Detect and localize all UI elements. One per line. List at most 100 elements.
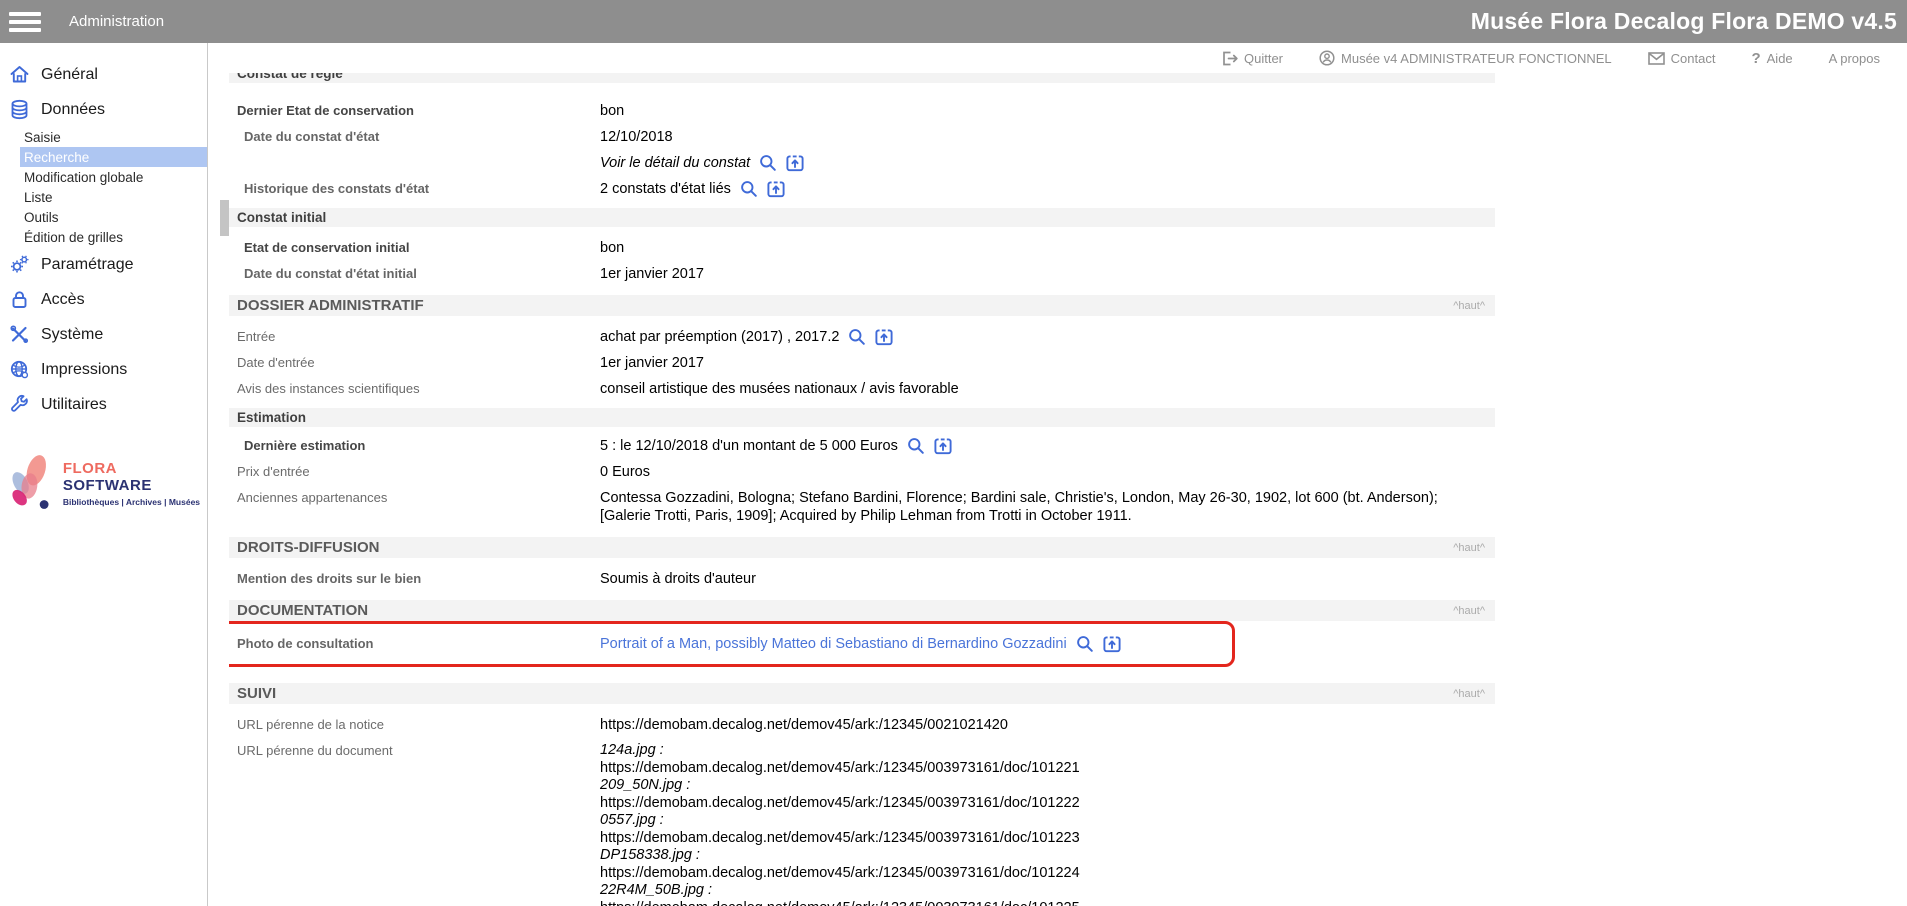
field-label: Date du constat d'état initial [229, 265, 600, 283]
search-icon[interactable] [759, 154, 777, 172]
field-value-text: bon [600, 102, 624, 120]
hamburger-menu-icon[interactable] [9, 12, 41, 32]
field-row-prix-d-entree: Prix d'entrée0 Euros [229, 459, 1495, 485]
clipped-section-header: Constat de régie [229, 73, 1495, 92]
toolbar-item-a-propos[interactable]: A propos [1829, 51, 1880, 66]
field-label: Photo de consultation [229, 635, 600, 653]
document-url: https://demobam.decalog.net/demov45/ark:… [600, 830, 1080, 848]
field-row-anciennes-appartenances: Anciennes appartenancesContessa Gozzadin… [229, 485, 1495, 529]
field-value-text: Contessa Gozzadini, Bologna; Stefano Bar… [600, 489, 1452, 525]
module-title: Administration [69, 13, 164, 30]
toolbar-item-musee-v4-administrateur-fonctionnel[interactable]: Musée v4 ADMINISTRATEUR FONCTIONNEL [1319, 50, 1612, 66]
field-value: 1er janvier 2017 [600, 265, 704, 283]
logo-brand-text: FLORA SOFTWARE [63, 460, 207, 494]
section-header-dossier-administratif: DOSSIER ADMINISTRATIF ^haut^ [229, 295, 1495, 316]
field-value: Voir le détail du constat [600, 154, 804, 172]
sidebar-item-label: Outils [24, 210, 59, 225]
globe-icon [9, 359, 30, 380]
field-value: conseil artistique des musées nationaux … [600, 380, 959, 398]
field-value-text: Voir le détail du constat [600, 154, 750, 172]
section-header-droits-diffusion: DROITS-DIFFUSION^haut^ [229, 537, 1495, 558]
sidebar-item-recherche[interactable]: Recherche [20, 147, 207, 167]
field-value: 1er janvier 2017 [600, 354, 704, 372]
field-value-text: 2 constats d'état liés [600, 180, 731, 198]
field-value-text: Soumis à droits d'auteur [600, 570, 756, 588]
logo-tagline: Bibliothèques | Archives | Musées [63, 497, 207, 507]
field-value-text: 1er janvier 2017 [600, 265, 704, 283]
field-row-mention-des-droits-sur-le-bien: Mention des droits sur le bienSoumis à d… [229, 566, 1495, 592]
open-record-icon[interactable] [767, 180, 785, 198]
sidebar-item-label: Édition de grilles [24, 230, 123, 245]
section-title: DOSSIER ADMINISTRATIF [237, 297, 424, 314]
help-icon: ? [1751, 51, 1760, 66]
search-icon[interactable] [1076, 635, 1094, 653]
field-value-text: 0 Euros [600, 463, 650, 481]
sidebar-item-edition-de-grilles[interactable]: Édition de grilles [0, 227, 207, 247]
field-value: Portrait of a Man, possibly Matteo di Se… [600, 635, 1121, 653]
sidebar-item-modification-globale[interactable]: Modification globale [0, 167, 207, 187]
database-icon [9, 99, 30, 120]
sidebar-item-systeme[interactable]: Système [0, 317, 207, 352]
sidebar-item-acces[interactable]: Accès [0, 282, 207, 317]
annotated-row-container: Photo de consultationPortrait of a Man, … [229, 621, 1495, 669]
mail-icon [1648, 52, 1665, 65]
open-record-icon[interactable] [934, 437, 952, 455]
sidebar-item-general[interactable]: Général [0, 57, 207, 92]
sidebar-item-liste[interactable]: Liste [0, 187, 207, 207]
field-value: 0 Euros [600, 463, 650, 481]
field-value: https://demobam.decalog.net/demov45/ark:… [600, 716, 1008, 734]
field-label: Prix d'entrée [229, 463, 600, 481]
toolbar-item-quitter[interactable]: Quitter [1222, 51, 1283, 66]
open-record-icon[interactable] [1103, 635, 1121, 653]
sidebar-item-label: Données [41, 101, 105, 119]
record-link[interactable]: Portrait of a Man, possibly Matteo di Se… [600, 635, 1067, 653]
field-label: Dernière estimation [229, 437, 600, 455]
field-value: achat par préemption (2017) , 2017.2 [600, 328, 893, 346]
section-title: Constat initial [237, 210, 326, 225]
field-label: Mention des droits sur le bien [229, 570, 600, 588]
sidebar-item-donnees[interactable]: Données [0, 92, 207, 127]
toolbar-item-label: Aide [1767, 51, 1793, 66]
field-value-text: achat par préemption (2017) , 2017.2 [600, 328, 839, 346]
section-header-documentation: DOCUMENTATION^haut^ [229, 600, 1495, 621]
sidebar-item-parametrage[interactable]: Paramétrage [0, 247, 207, 282]
back-to-top-link[interactable]: ^haut^ [1453, 542, 1485, 554]
sidebar-item-impressions[interactable]: Impressions [0, 352, 207, 387]
toolbar-item-label: Musée v4 ADMINISTRATEUR FONCTIONNEL [1341, 51, 1612, 66]
back-to-top-link[interactable]: ^haut^ [1453, 300, 1485, 312]
document-filename: DP158338.jpg : [600, 847, 1080, 865]
field-label: Date du constat d'état [229, 128, 600, 146]
field-label: Anciennes appartenances [229, 489, 600, 507]
sidebar-item-utilitaires[interactable]: Utilitaires [0, 387, 207, 422]
back-to-top-link[interactable]: ^haut^ [1453, 605, 1485, 617]
sidebar-item-label: Accès [41, 291, 85, 309]
sidebar-item-label: Paramétrage [41, 256, 134, 274]
section-title: SUIVI [237, 685, 276, 702]
content-scrollbar-thumb[interactable] [220, 200, 229, 236]
field-value: bon [600, 239, 624, 257]
document-filename: 124a.jpg : [600, 742, 1080, 760]
sidebar-item-label: Liste [24, 190, 53, 205]
search-icon[interactable] [848, 328, 866, 346]
field-row-derniere-estimation: Dernière estimation5 : le 12/10/2018 d'u… [229, 433, 1495, 459]
toolbar-item-label: Contact [1671, 51, 1716, 66]
sidebar-item-outils[interactable]: Outils [0, 207, 207, 227]
search-icon[interactable] [907, 437, 925, 455]
toolbar-item-contact[interactable]: Contact [1648, 51, 1716, 66]
open-record-icon[interactable] [875, 328, 893, 346]
lock-icon [9, 289, 30, 310]
back-to-top-link[interactable]: ^haut^ [1453, 688, 1485, 700]
field-row-date-du-constat-d-etat: Date du constat d'état12/10/2018 [229, 124, 1495, 150]
toolbar-item-aide[interactable]: ? Aide [1751, 51, 1792, 66]
field-value-text: 1er janvier 2017 [600, 354, 704, 372]
field-value-text: bon [600, 239, 624, 257]
record-detail-panel: Constat de régieDernier Etat de conserva… [229, 73, 1495, 906]
open-record-icon[interactable] [786, 154, 804, 172]
application-title: Musée Flora Decalog Flora DEMO v4.5 [1471, 8, 1897, 35]
sidebar-item-saisie[interactable]: Saisie [0, 127, 207, 147]
field-row-etat-de-conservation-initial: Etat de conservation initialbon [229, 235, 1495, 261]
field-row-historique-des-constats-d-etat: Historique des constats d'état2 constats… [229, 176, 1495, 202]
session-toolbar: Quitter Musée v4 ADMINISTRATEUR FONCTIONN… [229, 43, 1907, 73]
field-label: Entrée [229, 328, 600, 346]
search-icon[interactable] [740, 180, 758, 198]
